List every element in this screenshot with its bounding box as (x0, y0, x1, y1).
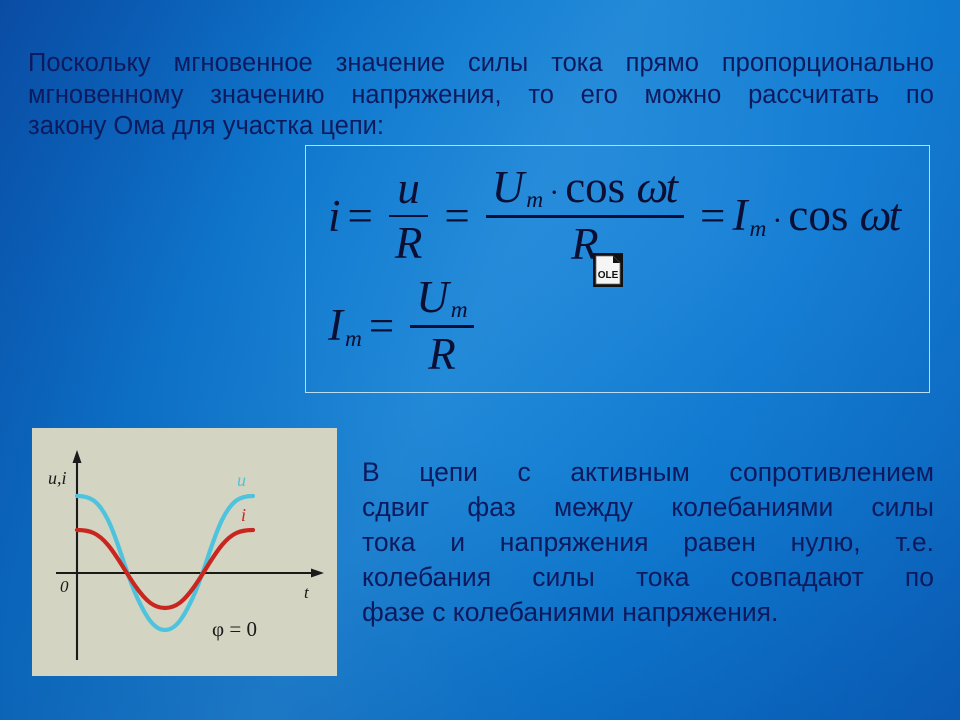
subscript-m: m (450, 297, 468, 324)
cos-function: cos (565, 162, 626, 212)
eq2-lhs: Im (328, 299, 362, 352)
fraction-numerator: u (397, 162, 420, 213)
cos-function: cos (788, 190, 849, 241)
intro-line-2: мгновенному значению напряжения, то его … (28, 80, 934, 112)
body-word: активным (570, 457, 690, 487)
phase-annotation: φ = 0 (212, 617, 257, 641)
eq2-equals: = (368, 300, 395, 351)
body-word: напряжения (499, 527, 649, 557)
intro-word: пропорционально (721, 49, 934, 77)
eq1-equals-1: = (347, 190, 373, 241)
fraction-numerator: Um (410, 272, 473, 324)
fraction-Um-over-R: Um R (410, 272, 474, 380)
body-word: тока (362, 527, 416, 557)
body-word: фаз (467, 492, 516, 522)
subscript-m: m (749, 215, 767, 242)
fraction-Um-cos-over-R: Um · cos ωt R (485, 162, 685, 268)
symbol-t: t (888, 190, 902, 241)
body-word: силы (532, 562, 595, 592)
symbol-I: I (732, 190, 748, 241)
body-word: колебаниями (671, 492, 834, 522)
intro-word: напряжения, (351, 80, 502, 109)
intro-word: тока (551, 49, 603, 77)
intro-word: по (905, 80, 934, 109)
body-word: сопротивлением (729, 457, 934, 487)
fraction-numerator: Um · cos ωt (486, 162, 684, 214)
body-line-1: В цепи с активным сопротивлением (362, 455, 934, 490)
waveform-chart-panel: u,i 0 t u i φ = 0 (32, 428, 337, 676)
symbol-I: I (328, 300, 343, 351)
symbol-omega: ω (859, 190, 892, 241)
slide-canvas: Поскольку мгновенное значение силы тока … (0, 0, 960, 720)
body-word: силы (871, 492, 934, 522)
eq1-equals-3: = (700, 190, 726, 241)
intro-paragraph: Поскольку мгновенное значение силы тока … (28, 48, 934, 143)
multiplication-dot-icon: · (549, 176, 560, 209)
curve-label-u: u (237, 470, 246, 490)
body-word: т.е. (895, 527, 934, 557)
intro-word: мгновенное (173, 49, 313, 77)
intro-word: мгновенному (28, 80, 184, 109)
fraction-bar (388, 214, 429, 218)
body-word: В (362, 457, 380, 487)
intro-word: значению (210, 80, 325, 109)
body-word: с (517, 457, 531, 487)
body-line-2: сдвиг фаз между колебаниями силы (362, 490, 934, 525)
intro-line-3: закону Ома для участка цепи: (28, 112, 384, 140)
body-word: совпадают (730, 562, 864, 592)
intro-word: то (528, 80, 554, 109)
fraction-bar (410, 325, 474, 329)
intro-word: силы (468, 49, 529, 77)
body-line-4: колебания силы тока совпадают по (362, 560, 934, 595)
body-line-3: тока и напряжения равен нулю, т.е. (362, 525, 934, 560)
eq1-equals-2: = (444, 190, 470, 241)
intro-word: его (580, 80, 618, 109)
body-word: и (450, 527, 466, 557)
waveform-chart: u,i 0 t u i φ = 0 (32, 428, 337, 676)
curve-label-i: i (241, 505, 246, 525)
intro-word: прямо (625, 49, 699, 77)
subscript-m: m (345, 325, 362, 352)
body-line-5: фазе с колебаниями напряжения. (362, 597, 779, 627)
body-paragraph: В цепи с активным сопротивлением сдвиг ф… (362, 455, 934, 630)
eq1-lhs: i (328, 190, 341, 241)
body-word: тока (635, 562, 690, 592)
origin-label: 0 (60, 577, 69, 596)
subscript-m: m (526, 187, 544, 214)
fraction-denominator: R (428, 329, 456, 380)
body-word: по (904, 562, 934, 592)
intro-word: можно (644, 80, 722, 109)
symbol-t: t (665, 162, 679, 212)
intro-word: Поскольку (28, 49, 151, 77)
fraction-bar (485, 215, 685, 219)
intro-word: значение (335, 49, 446, 77)
symbol-U: U (491, 162, 525, 212)
body-word: равен (683, 527, 756, 557)
symbol-U: U (416, 272, 449, 322)
equation-current-amplitude: Im = Um R (328, 274, 483, 378)
intro-word: рассчитать (748, 80, 880, 109)
body-word: сдвиг (362, 492, 430, 522)
body-word: между (553, 492, 634, 522)
fraction-denominator: R (394, 218, 423, 269)
eq1-rhs: Im · cos ωt (732, 189, 901, 242)
body-word: нулю, (790, 527, 861, 557)
ole-object-icon[interactable]: OLE (593, 253, 623, 287)
body-word: колебания (362, 562, 492, 592)
symbol-omega: ω (636, 162, 668, 212)
intro-line-1: Поскольку мгновенное значение силы тока … (28, 48, 934, 80)
ole-label: OLE (598, 270, 619, 281)
multiplication-dot-icon: · (772, 204, 783, 238)
body-word: цепи (419, 457, 478, 487)
fraction-u-over-R: u R (388, 162, 429, 269)
y-axis-label: u,i (48, 468, 67, 488)
